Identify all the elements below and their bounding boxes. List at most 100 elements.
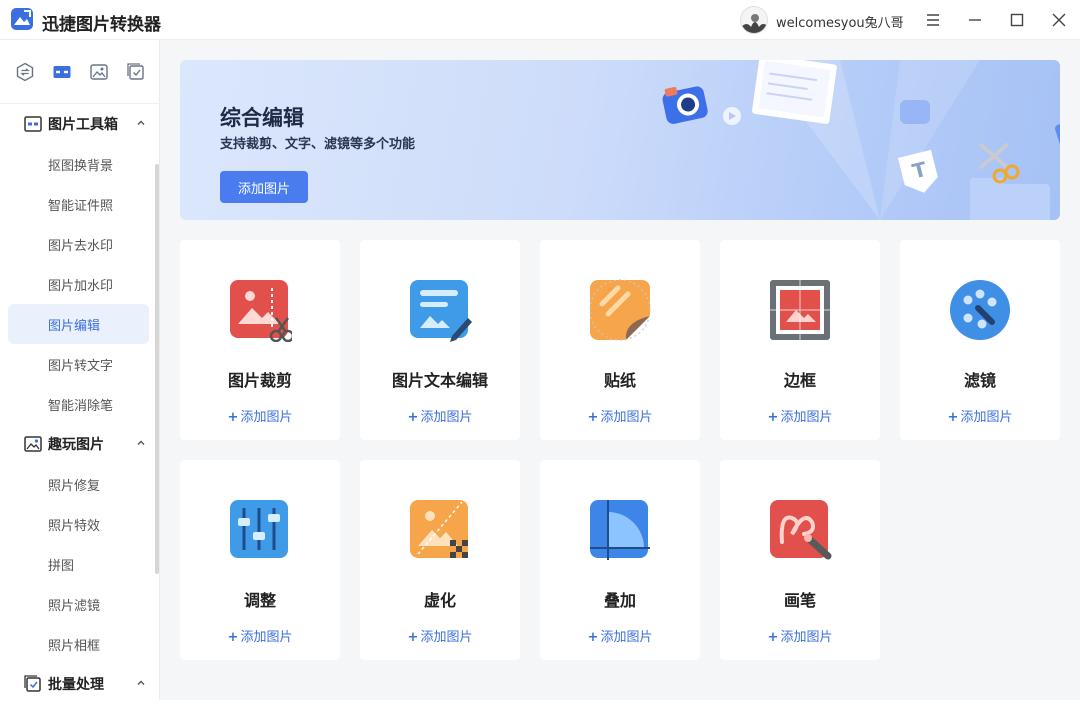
card-title: 边框: [783, 371, 816, 390]
sidebar-item-image-to-text[interactable]: 图片转文字: [8, 344, 149, 384]
plus-icon: +: [587, 630, 599, 645]
sidebar-tabs: [0, 40, 160, 104]
plus-icon: +: [767, 630, 779, 645]
minimize-button[interactable]: [963, 8, 987, 32]
sidebar-item-label: 图片加水印: [48, 279, 114, 294]
sidebar-group-fun-images[interactable]: 趣玩图片: [0, 424, 155, 464]
sidebar-group-toolbox[interactable]: 图片工具箱: [0, 104, 155, 144]
banner-subtitle: 支持裁剪、文字、滤镜等多个功能: [220, 137, 416, 152]
tab-image[interactable]: [87, 60, 111, 84]
card-add-label: 添加图片: [420, 410, 473, 425]
card-title: 滤镜: [963, 371, 996, 390]
card-add-image-link[interactable]: + 添加图片: [720, 626, 880, 645]
text-edit-icon: [410, 280, 472, 342]
plus-icon: +: [227, 410, 239, 425]
tab-toolbox[interactable]: [50, 60, 74, 84]
image-icon: [89, 63, 108, 80]
batch-icon: [24, 675, 41, 692]
sidebar-item-label: 图片去水印: [48, 239, 114, 254]
maximize-button[interactable]: [1005, 8, 1029, 32]
card-title: 图片文本编辑: [391, 371, 488, 390]
tool-card-overlay[interactable]: 叠加 + 添加图片: [540, 460, 700, 660]
tab-format-convert[interactable]: [13, 60, 37, 84]
tab-batch[interactable]: [124, 60, 148, 84]
card-add-image-link[interactable]: + 添加图片: [360, 406, 520, 425]
sidebar-item-id-photo[interactable]: 智能证件照: [8, 184, 149, 224]
card-add-image-link[interactable]: + 添加图片: [360, 626, 520, 645]
sidebar-item-remove-watermark[interactable]: 图片去水印: [8, 224, 149, 264]
sidebar-item-label: 照片特效: [48, 519, 101, 534]
adjust-icon: [230, 500, 288, 558]
tool-card-text-edit[interactable]: 图片文本编辑 + 添加图片: [360, 240, 520, 440]
chevron-up-icon: [137, 440, 145, 445]
tool-card-blur[interactable]: 虚化 + 添加图片: [360, 460, 520, 660]
sidebar-item-collage[interactable]: 拼图: [8, 544, 149, 584]
overlay-icon: [590, 500, 650, 560]
plus-icon: +: [587, 410, 599, 425]
banner-add-image-button[interactable]: 添加图片: [220, 171, 308, 203]
sidebar-item-label: 照片相框: [48, 639, 101, 654]
main-content: 综合编辑 支持裁剪、文字、滤镜等多个功能 添加图片 T 图片裁剪 + 添加图片 …: [160, 40, 1080, 700]
sidebar-item-add-watermark[interactable]: 图片加水印: [8, 264, 149, 304]
sidebar: 图片工具箱 抠图换背景 智能证件照 图片去水印 图片加水印 图片编辑 图片转文字…: [0, 40, 160, 700]
sidebar-group-label: 趣玩图片: [48, 437, 104, 453]
banner-illustration-icon: T: [662, 60, 1060, 220]
sidebar-item-label: 图片转文字: [48, 359, 114, 374]
avatar[interactable]: [740, 6, 768, 34]
card-add-label: 添加图片: [600, 410, 653, 425]
sidebar-item-photo-frame[interactable]: 照片相框: [8, 624, 149, 664]
sidebar-item-photo-restore[interactable]: 照片修复: [8, 464, 149, 504]
sidebar-item-smart-eraser[interactable]: 智能消除笔: [8, 384, 149, 424]
tool-card-adjust[interactable]: 调整 + 添加图片: [180, 460, 340, 660]
card-add-label: 添加图片: [960, 410, 1013, 425]
fun-image-icon: [24, 436, 42, 452]
card-add-label: 添加图片: [240, 410, 293, 425]
card-add-image-link[interactable]: + 添加图片: [720, 406, 880, 425]
toolbox-icon: [53, 65, 70, 78]
card-add-label: 添加图片: [240, 630, 293, 645]
banner-title: 综合编辑: [220, 106, 304, 130]
card-title: 虚化: [423, 591, 456, 610]
sidebar-group-batch[interactable]: 批量处理: [0, 664, 155, 704]
card-add-image-link[interactable]: + 添加图片: [540, 406, 700, 425]
title-bar: 迅捷图片转换器 welcomesyou兔八哥: [0, 0, 1080, 40]
tool-card-brush[interactable]: 画笔 + 添加图片: [720, 460, 880, 660]
username[interactable]: welcomesyou兔八哥: [776, 12, 904, 31]
tool-card-sticker[interactable]: 贴纸 + 添加图片: [540, 240, 700, 440]
tool-card-crop[interactable]: 图片裁剪 + 添加图片: [180, 240, 340, 440]
card-add-image-link[interactable]: + 添加图片: [540, 626, 700, 645]
app-title: 迅捷图片转换器: [42, 15, 161, 35]
tool-card-filter[interactable]: 滤镜 + 添加图片: [900, 240, 1060, 440]
close-button[interactable]: [1047, 8, 1071, 32]
sidebar-item-cutout-background[interactable]: 抠图换背景: [8, 144, 149, 184]
sidebar-item-label: 智能证件照: [48, 199, 114, 214]
card-add-image-link[interactable]: + 添加图片: [180, 406, 340, 425]
plus-icon: +: [947, 410, 959, 425]
tool-card-frame[interactable]: 边框 + 添加图片: [720, 240, 880, 440]
sidebar-item-image-edit[interactable]: 图片编辑: [8, 304, 149, 344]
menu-button[interactable]: [921, 8, 945, 32]
sidebar-scrollbar[interactable]: [155, 164, 159, 574]
close-icon: [1052, 13, 1066, 27]
sidebar-item-label: 抠图换背景: [48, 159, 114, 174]
sidebar-item-photo-effects[interactable]: 照片特效: [8, 504, 149, 544]
sidebar-item-label: 照片修复: [48, 479, 101, 494]
plus-icon: +: [407, 630, 419, 645]
batch-check-icon: [126, 62, 144, 80]
feature-banner: 综合编辑 支持裁剪、文字、滤镜等多个功能 添加图片 T: [180, 60, 1060, 220]
plus-icon: +: [767, 410, 779, 425]
toolbox-icon: [24, 116, 42, 132]
app-logo-icon: [11, 8, 33, 30]
filter-icon: [950, 280, 1010, 340]
sidebar-item-label: 拼图: [48, 559, 75, 574]
sidebar-item-photo-filter[interactable]: 照片滤镜: [8, 584, 149, 624]
blur-icon: [410, 500, 468, 558]
brush-icon: [770, 500, 832, 560]
sidebar-item-label: 智能消除笔: [48, 399, 114, 414]
card-add-image-link[interactable]: + 添加图片: [180, 626, 340, 645]
chevron-up-icon: [137, 680, 145, 685]
crop-icon: [230, 280, 292, 342]
chevron-up-icon: [137, 120, 145, 125]
avatar-image-icon: [741, 7, 767, 33]
card-add-image-link[interactable]: + 添加图片: [900, 406, 1060, 425]
